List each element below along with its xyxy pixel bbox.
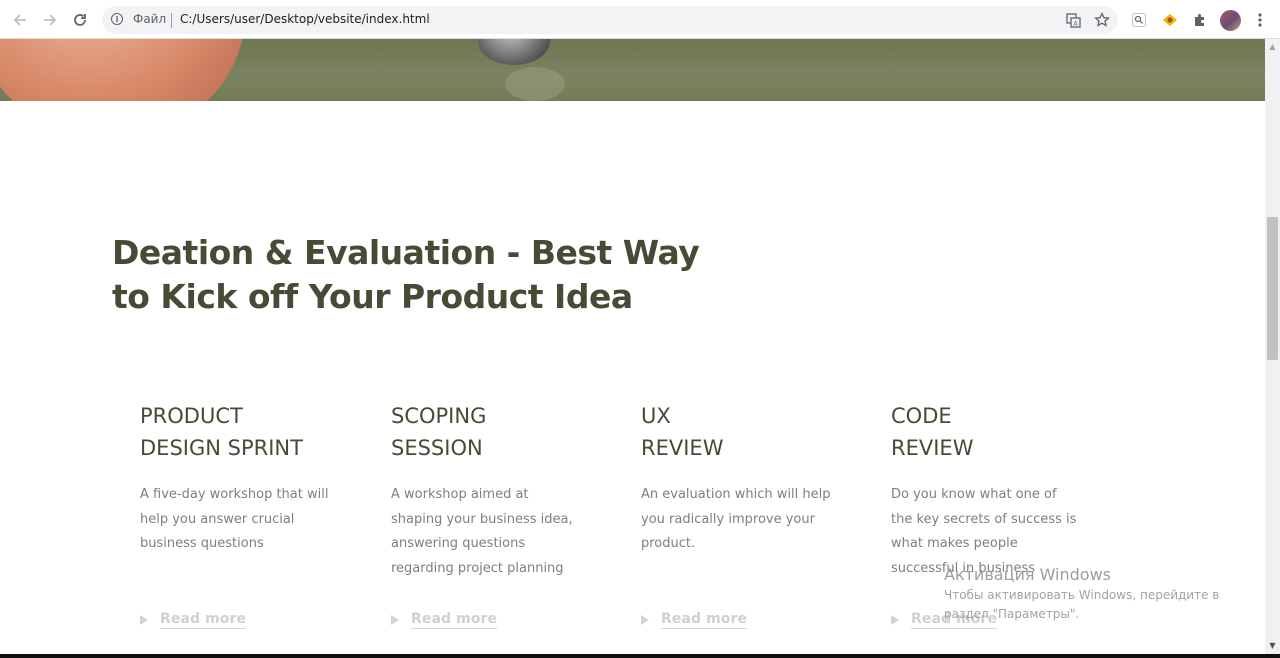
extension-marker-icon[interactable]	[1160, 10, 1180, 30]
play-icon	[140, 615, 148, 625]
card-title-line-2: SESSION	[391, 436, 483, 460]
read-more-label: Read more	[160, 611, 247, 629]
card-title-line-2: REVIEW	[891, 436, 974, 460]
reload-icon	[74, 14, 86, 26]
arrow-left-icon	[13, 14, 26, 26]
card-title: SCOPING SESSION	[391, 400, 591, 464]
read-more-label: Read more	[411, 611, 498, 629]
card-title-line-1: SCOPING	[391, 404, 487, 428]
back-button[interactable]	[9, 9, 31, 31]
play-icon	[391, 615, 399, 625]
url-scheme-label: Файл	[133, 12, 167, 26]
card-description: A workshop aimed at shaping your busines…	[391, 487, 573, 576]
headline-line-1: Deation & Evaluation - Best Way	[112, 233, 700, 272]
card-title-line-2: DESIGN SPRINT	[140, 436, 303, 460]
scroll-up-arrow-icon[interactable]: ▲	[1265, 41, 1280, 53]
card-title: CODE REVIEW	[891, 400, 1091, 464]
service-card-product-design-sprint: PRODUCT DESIGN SPRINT A five-day worksho…	[140, 400, 340, 629]
windows-activation-watermark: Активация Windows Чтобы активировать Win…	[944, 564, 1244, 624]
arrow-right-icon	[44, 14, 57, 26]
url-text[interactable]: C:/Users/user/Desktop/vebsite/index.html	[180, 12, 430, 26]
reload-button[interactable]	[69, 9, 91, 31]
read-more-link[interactable]: Read more	[641, 610, 748, 630]
avatar[interactable]	[1220, 10, 1241, 31]
url-separator	[171, 13, 172, 28]
service-card-scoping-session: SCOPING SESSION A workshop aimed at shap…	[391, 400, 591, 629]
card-title-line-2: REVIEW	[641, 436, 724, 460]
read-more-link[interactable]: Read more	[391, 610, 498, 630]
card-title-line-1: PRODUCT	[140, 404, 243, 428]
watermark-title: Активация Windows	[944, 565, 1111, 584]
headline-line-2: to Kick off Your Product Idea	[112, 277, 633, 316]
card-title-line-1: CODE	[891, 404, 952, 428]
read-more-label: Read more	[661, 611, 748, 629]
card-title-line-1: UX	[641, 404, 671, 428]
play-icon	[641, 615, 649, 625]
hero-reflection	[505, 67, 565, 101]
taskbar-edge	[0, 654, 1280, 658]
service-card-ux-review: UX REVIEW An evaluation which will help …	[641, 400, 841, 629]
scroll-down-arrow-icon[interactable]: ▼	[1265, 640, 1280, 652]
hero-ball-small	[478, 39, 550, 65]
card-title: UX REVIEW	[641, 400, 841, 464]
kebab-menu-icon[interactable]	[1250, 10, 1270, 30]
puzzle-icon[interactable]	[1190, 10, 1210, 30]
info-icon[interactable]: i	[111, 13, 123, 25]
watermark-body: Чтобы активировать Windows, перейдите в …	[944, 588, 1220, 621]
page-scrollbar[interactable]: ▲ ▼	[1265, 39, 1280, 654]
star-icon[interactable]	[1093, 11, 1111, 29]
card-title: PRODUCT DESIGN SPRINT	[140, 400, 340, 464]
play-icon	[891, 615, 899, 625]
translate-icon[interactable]: A	[1064, 11, 1082, 29]
hero-image	[0, 39, 1265, 101]
section-headline: Deation & Evaluation - Best Way to Kick …	[112, 231, 732, 319]
hero-ball-large	[0, 39, 245, 101]
scrollbar-thumb[interactable]	[1267, 217, 1278, 360]
card-description: An evaluation which will help you radica…	[641, 487, 831, 551]
search-extension-icon[interactable]	[1129, 10, 1149, 30]
address-bar[interactable]: i Файл C:/Users/user/Desktop/vebsite/ind…	[102, 6, 1118, 34]
read-more-link[interactable]: Read more	[140, 610, 247, 630]
browser-toolbar: i Файл C:/Users/user/Desktop/vebsite/ind…	[0, 0, 1280, 39]
forward-button[interactable]	[39, 9, 61, 31]
service-card-code-review: CODE REVIEW Do you know what one of the …	[891, 400, 1091, 629]
card-description: A five-day workshop that will help you a…	[140, 487, 329, 551]
